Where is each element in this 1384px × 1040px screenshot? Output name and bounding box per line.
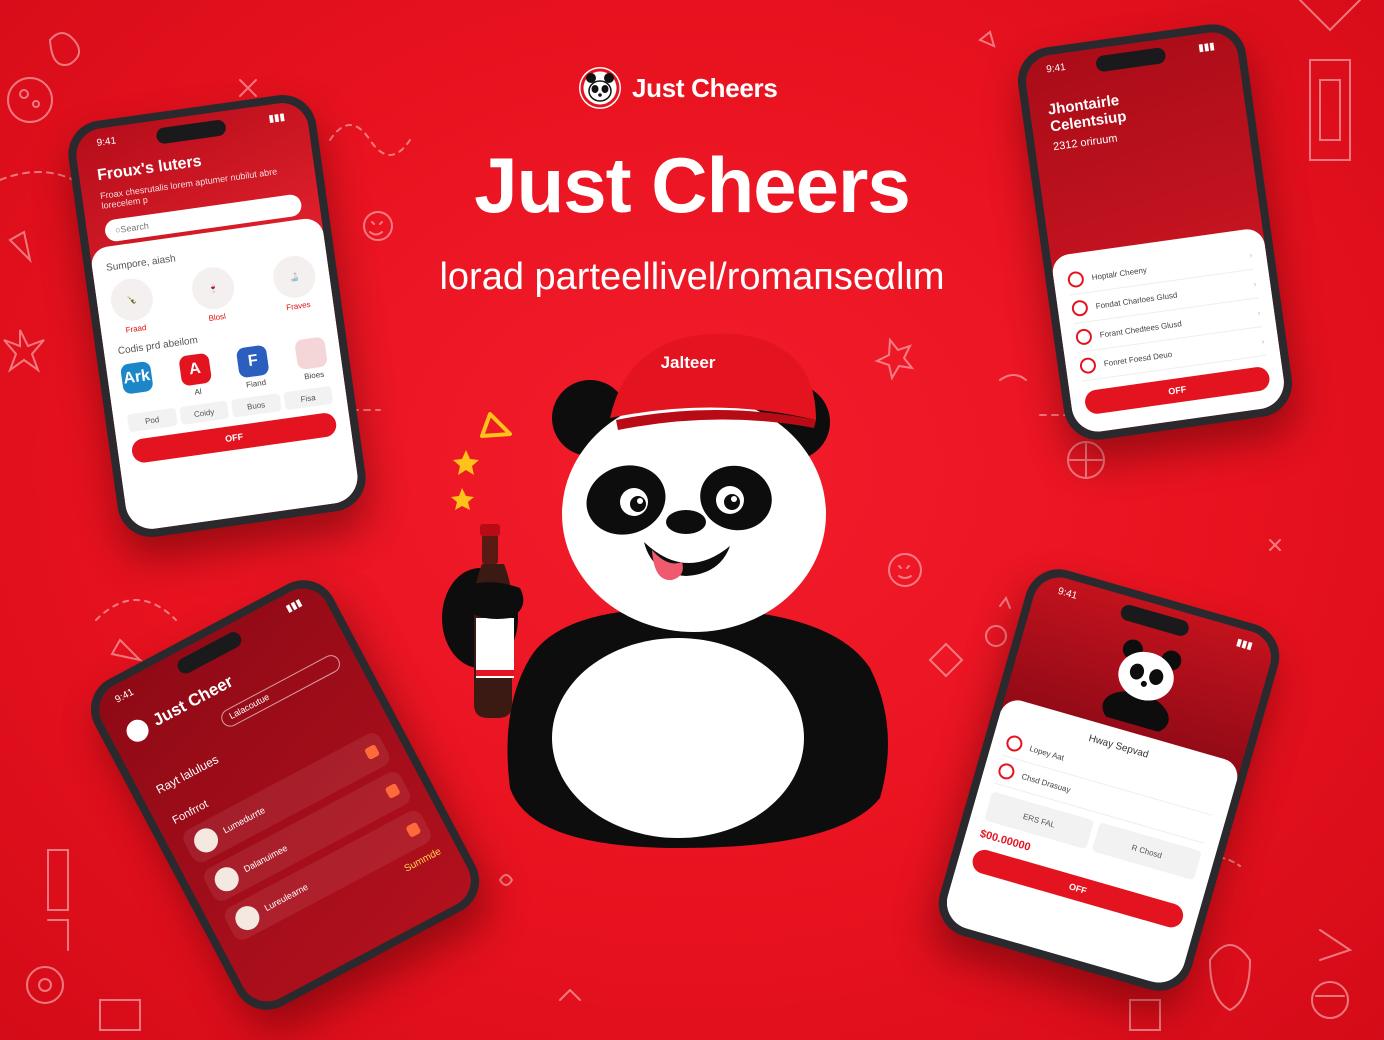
- panda-mascot: Jalteer: [442, 333, 888, 848]
- panda-logo-icon: [579, 67, 621, 109]
- payment-option[interactable]: A Al: [177, 352, 214, 399]
- credit-card-icon: [294, 336, 329, 371]
- signal-icon: ▮▮▮: [1197, 40, 1216, 55]
- payment-label: Al: [193, 386, 203, 397]
- tag-icon: [405, 821, 422, 838]
- chip[interactable]: Pod: [126, 407, 178, 433]
- payment-label: Bioes: [303, 369, 325, 382]
- credit-card-icon: F: [236, 344, 270, 379]
- radio-icon: [996, 761, 1017, 782]
- beer-bottle-icon: 🍾: [108, 275, 156, 324]
- list-label: Hoptalr Cheeny: [1091, 265, 1148, 282]
- product-item[interactable]: 🍷 Blosl: [189, 264, 238, 325]
- list-label: Lureulearne: [262, 881, 310, 914]
- chevron-right-icon: ›: [1248, 250, 1253, 260]
- phone-card: Sumpore, aiash 🍾 Fraad 🍷 Blosl 🍶 Fraves Cod…: [89, 216, 361, 533]
- star-icon: [453, 450, 479, 475]
- avatar: [231, 901, 264, 935]
- payment-option[interactable]: Ark: [119, 360, 156, 407]
- product-label: Fraad: [125, 322, 147, 335]
- payment-label: Fiand: [245, 377, 267, 390]
- radio-icon: [1070, 299, 1089, 318]
- payment-option[interactable]: F Fiand: [236, 344, 272, 390]
- avatar: [210, 862, 243, 896]
- chevron-right-icon: ›: [1256, 307, 1261, 317]
- chevron-right-icon: ›: [1252, 278, 1257, 289]
- list-label: Lumedurrte: [221, 804, 267, 836]
- beer-bottle-icon: 🍷: [189, 264, 237, 312]
- list-label: Fondat Charloes Glusd: [1095, 290, 1178, 311]
- product-item[interactable]: 🍾 Fraad: [108, 275, 157, 336]
- list-label: Dalanuimee: [242, 842, 290, 875]
- panda-logo-icon: [122, 715, 153, 746]
- chip[interactable]: Fisa: [282, 385, 334, 411]
- credit-card-icon: Ark: [119, 360, 154, 395]
- star-icon: [451, 488, 474, 510]
- list-label: Lopey Aat: [1028, 743, 1066, 763]
- phone-screen: 9:41 ▮▮▮ Froux's luters Froax chesrutali…: [73, 99, 361, 533]
- signal-icon: ▮▮▮: [267, 111, 286, 125]
- product-label: Blosl: [207, 311, 227, 324]
- credit-card-icon: A: [177, 352, 212, 387]
- chevron-right-icon: ›: [1260, 336, 1265, 346]
- phone-card: Hoptalr Cheeny › Fondat Charloes Glusd › F…: [1050, 227, 1288, 436]
- sparkle-icon: [480, 412, 512, 438]
- radio-icon: [1074, 327, 1093, 346]
- tag-icon: [384, 782, 401, 800]
- radio-icon: [1066, 270, 1085, 289]
- radio-icon: [1078, 356, 1097, 375]
- status-time: 9:41: [1056, 585, 1079, 602]
- tag-icon: [363, 743, 381, 761]
- list-label: Forant Chedtees Glusd: [1099, 318, 1183, 340]
- search-placeholder: Search: [119, 220, 150, 235]
- payment-option[interactable]: Bioes: [294, 336, 330, 382]
- list-label: Fonret Foesd Deuo: [1103, 349, 1173, 368]
- list-label: Chsd Drasuay: [1020, 771, 1072, 795]
- signal-icon: ▮▮▮: [1234, 636, 1254, 653]
- phone-screen: 9:41 ▮▮▮ Jhontairle Celentsiup 2312 orir…: [1022, 28, 1288, 436]
- chip[interactable]: Buos: [230, 393, 282, 418]
- radio-icon: [1004, 733, 1025, 754]
- beer-bottle-icon: [474, 524, 514, 718]
- avatar: [189, 824, 223, 857]
- chip[interactable]: Coidy: [178, 400, 230, 426]
- product-label: Fraves: [285, 299, 312, 313]
- product-item[interactable]: 🍶 Fraves: [270, 253, 320, 313]
- brand-logo: Just Cheers: [578, 66, 778, 110]
- beer-bottle-icon: 🍶: [270, 253, 319, 301]
- brand-name: Just Cheers: [632, 72, 778, 103]
- cap-text: Jalteer: [661, 353, 716, 372]
